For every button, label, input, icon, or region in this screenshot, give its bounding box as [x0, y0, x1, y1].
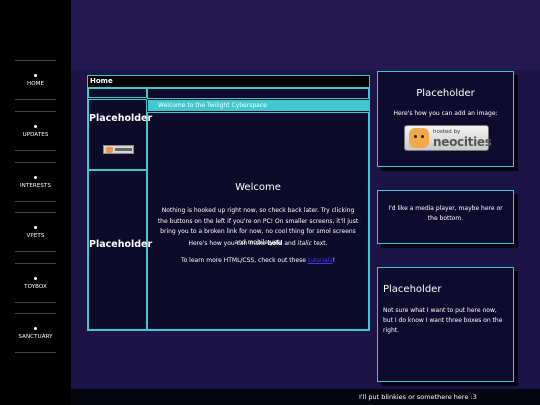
bullet-icon	[34, 277, 37, 280]
tutorial-paragraph: To learn more HTML/CSS, check out these …	[180, 257, 336, 264]
nav-toybox[interactable]: TOYBOX	[15, 263, 56, 303]
nav-vpets[interactable]: VPETS	[15, 212, 56, 252]
card-title: Placeholder	[383, 284, 442, 295]
nav-vpets-label: VPETS	[26, 233, 45, 239]
nav-interests[interactable]: INTERESTS	[15, 162, 56, 202]
image-card: Placeholder Here's how you can add an im…	[377, 71, 514, 167]
left-placeholder-box: Placeholder	[88, 99, 153, 170]
badge-big-text: neocities	[433, 135, 492, 149]
bullet-icon	[34, 74, 37, 77]
mini-badge-image	[103, 145, 134, 154]
content-header	[147, 88, 369, 99]
nav-updates[interactable]: UPDATES	[15, 111, 56, 151]
nav-home-label: HOME	[26, 81, 45, 87]
bullet-icon	[34, 176, 37, 179]
nav-home[interactable]: HOME	[15, 60, 56, 100]
nav-interests-label: INTERESTS	[19, 183, 52, 189]
info-card: Placeholder Not sure what I want to put …	[377, 267, 514, 382]
header-area	[71, 0, 540, 70]
home-label: Home	[90, 77, 113, 85]
content-box: Welcome Nothing is hooked up right now, …	[147, 112, 369, 330]
media-card: I'd like a media player, maybe here or t…	[377, 190, 514, 244]
bold-example: bold	[267, 240, 283, 247]
card-text: Not sure what I want to put here now, bu…	[383, 307, 503, 334]
card-title: Placeholder	[416, 88, 475, 99]
placeholder-title: Placeholder	[89, 239, 153, 250]
neocities-badge[interactable]: hosted by neocities	[404, 125, 492, 151]
nav-updates-label: UPDATES	[22, 132, 49, 138]
card-text: Here's how you can add an image:	[393, 110, 498, 117]
left-placeholder-box-2: Placeholder	[88, 170, 153, 330]
home-bar: Home	[88, 76, 369, 88]
formatting-paragraph: Here's how you can make bold and italic …	[188, 240, 328, 247]
italic-example: italic	[297, 240, 312, 247]
card-text: I'd like a media player, maybe here or t…	[388, 205, 503, 222]
placeholder-title: Placeholder	[89, 113, 153, 124]
welcome-heading: Welcome	[235, 182, 281, 193]
cat-icon	[409, 128, 429, 148]
bullet-icon	[34, 125, 37, 128]
bullet-icon	[34, 327, 37, 330]
tutorials-link[interactable]: tutorials	[308, 257, 333, 264]
cat-icon	[106, 147, 113, 153]
left-column-header	[88, 88, 147, 98]
welcome-banner-text: Welcome to the Twilight Cyberspace	[158, 102, 267, 109]
blinkies-text: I'll put blinkies or somethere here :3	[359, 393, 477, 401]
nav-sanctuary[interactable]: SANCTUARY	[15, 313, 56, 353]
welcome-banner: Welcome to the Twilight Cyberspace	[148, 100, 369, 111]
nav-sanctuary-label: SANCTUARY	[18, 334, 53, 340]
bullet-icon	[34, 226, 37, 229]
nav-toybox-label: TOYBOX	[24, 284, 47, 290]
